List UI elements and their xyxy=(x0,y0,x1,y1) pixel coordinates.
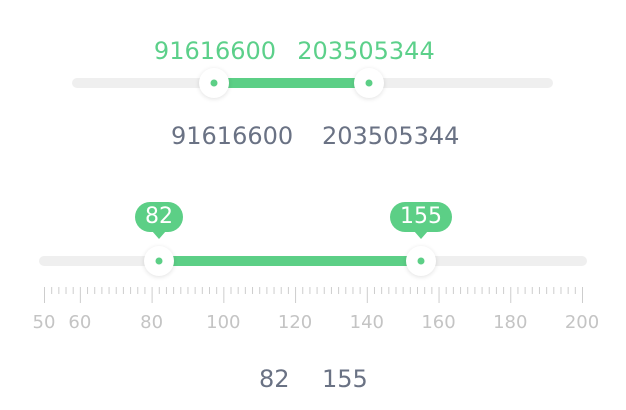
scale-tick-label: 50 xyxy=(32,312,56,333)
slider2-output-low: 82 xyxy=(259,365,290,393)
scale-tick-label: 80 xyxy=(140,312,164,333)
scale-tick-label: 100 xyxy=(206,312,241,333)
scale-tick-label: 160 xyxy=(421,312,456,333)
scale-tick-label: 180 xyxy=(493,312,528,333)
slider2-output-high: 155 xyxy=(322,365,368,393)
scale-tick-label: 140 xyxy=(349,312,384,333)
scale-tick-label: 200 xyxy=(564,312,600,333)
scale-tick-label: 120 xyxy=(277,312,313,333)
scale-tick-label: 60 xyxy=(68,312,92,333)
slider2-scale-ticks xyxy=(44,287,583,303)
